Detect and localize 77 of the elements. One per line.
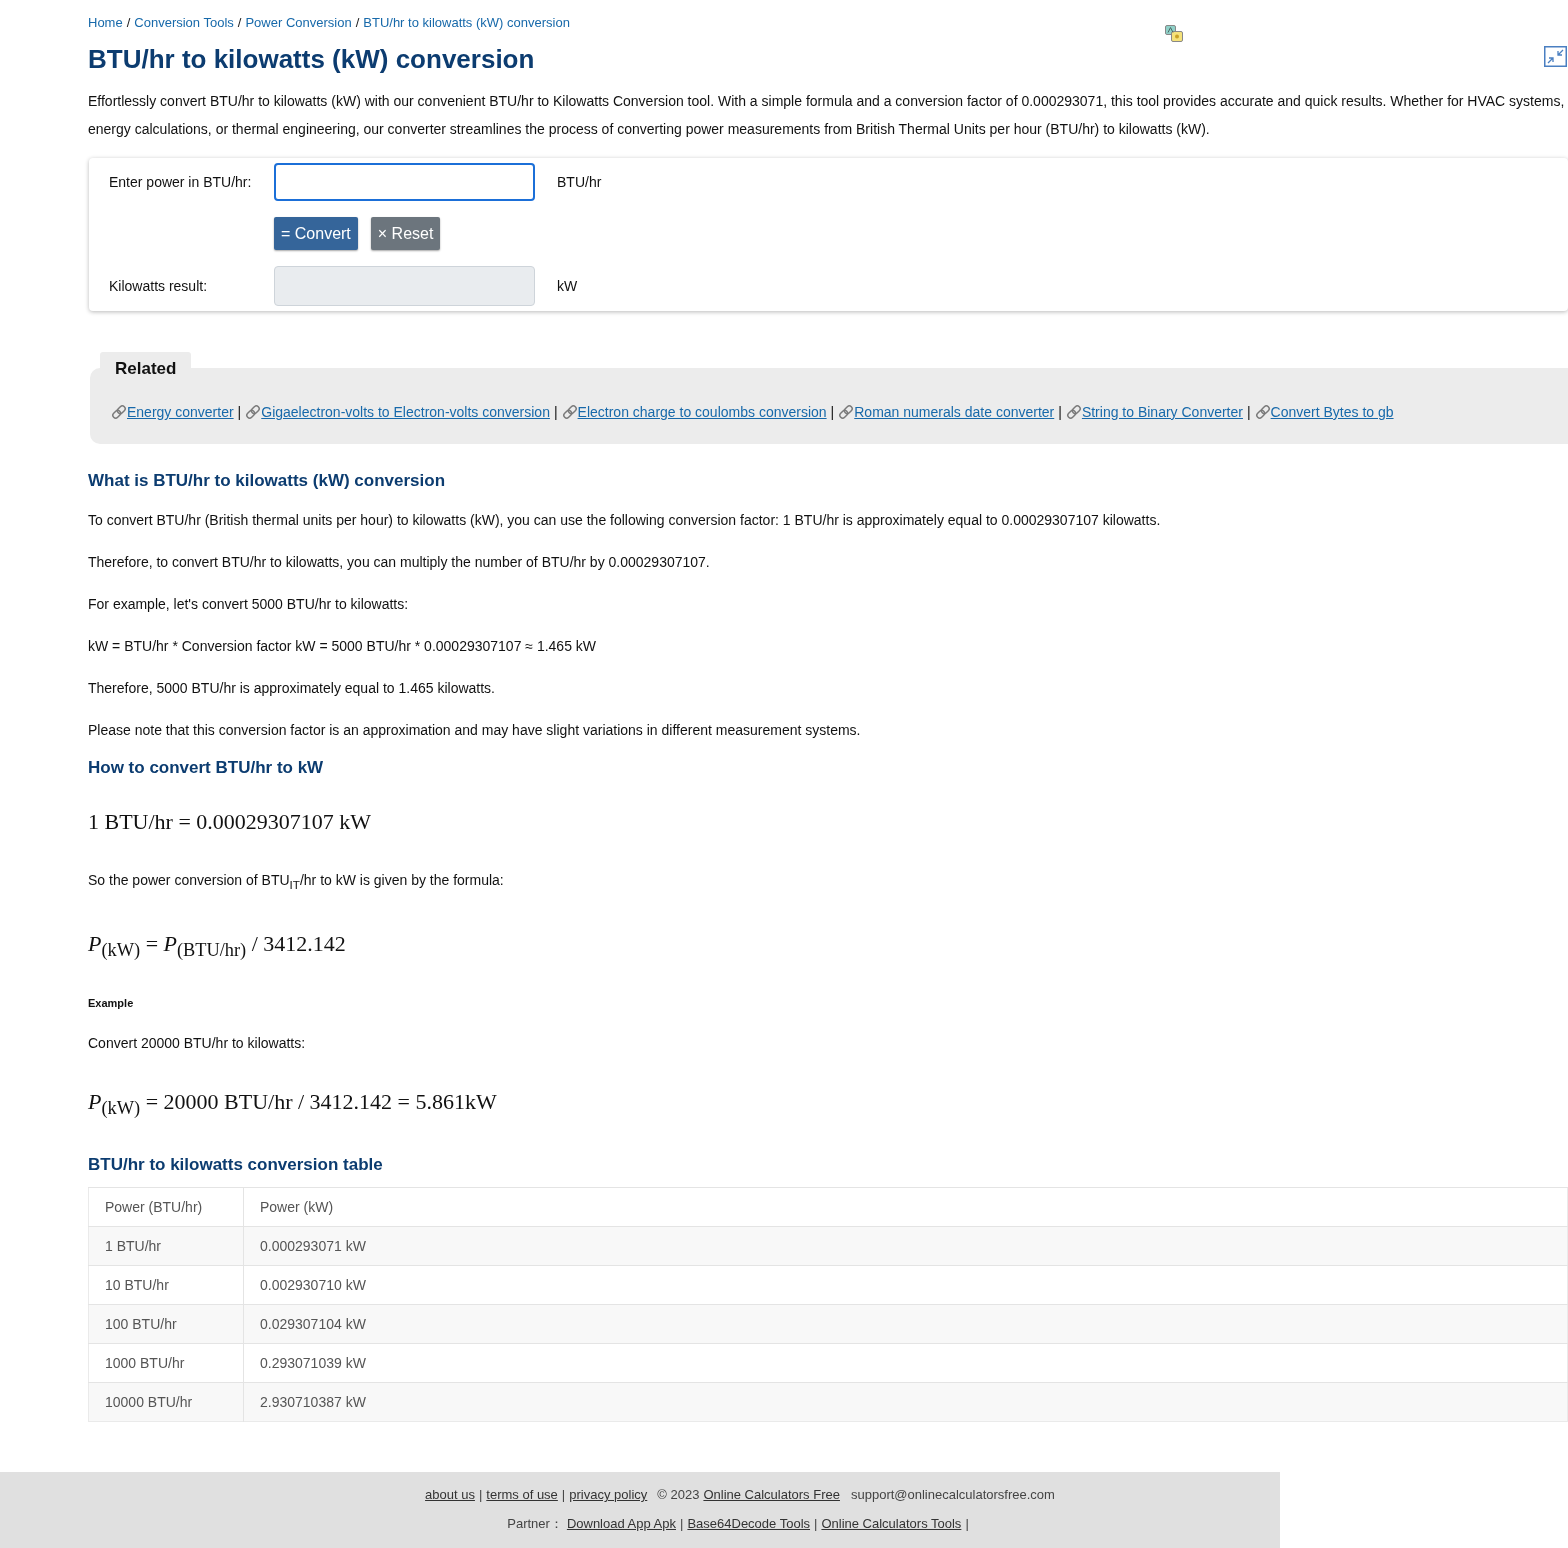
related-link[interactable]: Convert Bytes to gb	[1270, 402, 1394, 422]
table-header-cell: Power (BTU/hr)	[88, 1187, 244, 1227]
link-icon	[111, 404, 127, 420]
paragraph-text: So the power conversion of BTU$_{IT}$/hr to kW is given by the formula:	[88, 871, 505, 893]
example-label: Example	[88, 996, 134, 1011]
table-cell: 1 BTU/hr	[88, 1226, 244, 1266]
related-link[interactable]: Gigaelectron-volts to Electron-volts conversion	[261, 402, 550, 422]
separator: /	[355, 15, 360, 30]
link-icon	[1065, 404, 1082, 420]
breadcrumb-link[interactable]: Home	[88, 15, 123, 30]
partner-label: Partner：	[507, 1515, 563, 1533]
separator: /	[126, 15, 131, 30]
separator: /	[237, 15, 242, 30]
table-cell: 0.029307104 kW	[243, 1304, 1568, 1344]
power-input[interactable]	[274, 163, 535, 201]
paragraph-text: Convert 20000 BTU/hr to kilowatts:	[88, 1034, 307, 1054]
section-heading: BTU/hr to kilowatts conversion table	[88, 1153, 383, 1176]
section-heading: What is BTU/hr to kilowatts (kW) conversion	[88, 470, 446, 492]
separator: |	[1058, 403, 1062, 422]
separator: |	[1246, 403, 1251, 422]
table-cell: 1000 BTU/hr	[88, 1343, 244, 1383]
table-cell: 2.930710387 kW	[243, 1382, 1568, 1422]
link-icon	[1254, 404, 1271, 420]
separator: |	[965, 1515, 969, 1533]
partner-link[interactable]: Base64Decode Tools	[687, 1515, 811, 1533]
translate-icon[interactable]	[1165, 25, 1183, 42]
breadcrumb-link[interactable]: Power Conversion	[245, 15, 352, 30]
related-link[interactable]: String to Binary Converter	[1081, 402, 1243, 422]
link-icon	[561, 404, 578, 420]
related-link[interactable]: Electron charge to coulombs conversion	[577, 402, 827, 422]
table-cell: 0.000293071 kW	[243, 1226, 1568, 1266]
paragraph-text: For example, let's convert 5000 BTU/hr to kilowatts:	[88, 595, 410, 614]
footer-link[interactable]: about us	[425, 1486, 475, 1504]
related-link[interactable]: Energy converter	[127, 402, 234, 422]
separator: |	[237, 403, 242, 422]
paragraph-text: To convert BTU/hr (British thermal units per hour) to kilowatts (kW), you can use the following conversion factor: 1 BTU/hr is approximately equal to 0.00029307107 kilowatts.	[88, 511, 1162, 530]
separator: |	[830, 403, 835, 422]
table-cell: 100 BTU/hr	[88, 1304, 244, 1344]
table-header-cell: Power (kW)	[243, 1187, 1568, 1227]
reset-button[interactable]: × Reset	[370, 217, 441, 250]
link-icon	[245, 404, 262, 420]
unit-label: BTU/hr	[557, 174, 602, 190]
field-label: Enter power in BTU/hr:	[109, 174, 252, 190]
paragraph-text: Please note that this conversion factor is an approximation and may have slight variations in different measurement systems.	[88, 721, 862, 740]
shrink-arrows-icon[interactable]	[1544, 46, 1567, 67]
breadcrumb-link[interactable]: BTU/hr to kilowatts (kW) conversion	[363, 15, 570, 30]
partner-link[interactable]: Download App Apk	[566, 1515, 676, 1533]
paragraph-text: kW = BTU/hr * Conversion factor kW = 5000 BTU/hr * 0.00029307107 ≈ 1.465 kW	[88, 637, 598, 656]
separator: |	[814, 1515, 818, 1533]
related-link[interactable]: Roman numerals date converter	[854, 402, 1055, 422]
breadcrumb-link[interactable]: Conversion Tools	[134, 15, 234, 30]
intro-text: Effortlessly convert BTU/hr to kilowatts (kW) with our convenient BTU/hr to Kilowatts Conversion tool. With a simple formula and a conversion factor of 0.000293071, this tool provides accurate and quick results. Whether for HVAC systems, energy calculations, or thermal engineering, our converter streamlines the process of converting power measurements from British Thermal Units per hour (BTU/hr) to kilowatts (kW).	[88, 92, 1566, 139]
unit-label: kW	[557, 278, 578, 294]
field-label: Kilowatts result:	[109, 278, 208, 294]
convert-button[interactable]: = Convert	[274, 217, 358, 250]
separator: |	[680, 1515, 684, 1533]
site-link[interactable]: Online Calculators Free	[703, 1486, 840, 1504]
separator: |	[478, 1486, 483, 1504]
table-cell: 0.293071039 kW	[243, 1343, 1568, 1383]
copyright-text: © 2023	[657, 1486, 700, 1504]
formula-text: 1 BTU/hr = 0.00029307107 kW	[88, 808, 372, 836]
email-text: support@onlinecalculatorsfree.com	[850, 1486, 1055, 1504]
paragraph-text: Therefore, to convert BTU/hr to kilowatts, you can multiply the number of BTU/hr by 0.00029307107.	[88, 553, 711, 572]
formula-text: P$_{(kW)}$ = P$_{(BTU/hr)}$ / 3412.142	[88, 929, 346, 963]
link-icon	[838, 404, 855, 420]
formula-text: P$_{(kW)}$ = 20000 BTU/hr / 3412.142 = 5.861kW	[88, 1088, 497, 1121]
paragraph-text: Therefore, 5000 BTU/hr is approximately equal to 1.465 kilowatts.	[88, 679, 496, 698]
partner-link[interactable]: Online Calculators Tools	[821, 1515, 962, 1533]
section-heading: How to convert BTU/hr to kW	[88, 757, 324, 779]
separator: |	[553, 403, 558, 422]
footer-link[interactable]: privacy policy	[569, 1486, 648, 1504]
footer-link[interactable]: terms of use	[486, 1486, 558, 1504]
separator: |	[561, 1486, 566, 1504]
page-title: BTU/hr to kilowatts (kW) conversion	[88, 43, 535, 75]
table-cell: 0.002930710 kW	[243, 1265, 1568, 1305]
table-cell: 10000 BTU/hr	[88, 1382, 244, 1422]
table-cell: 10 BTU/hr	[88, 1265, 244, 1305]
